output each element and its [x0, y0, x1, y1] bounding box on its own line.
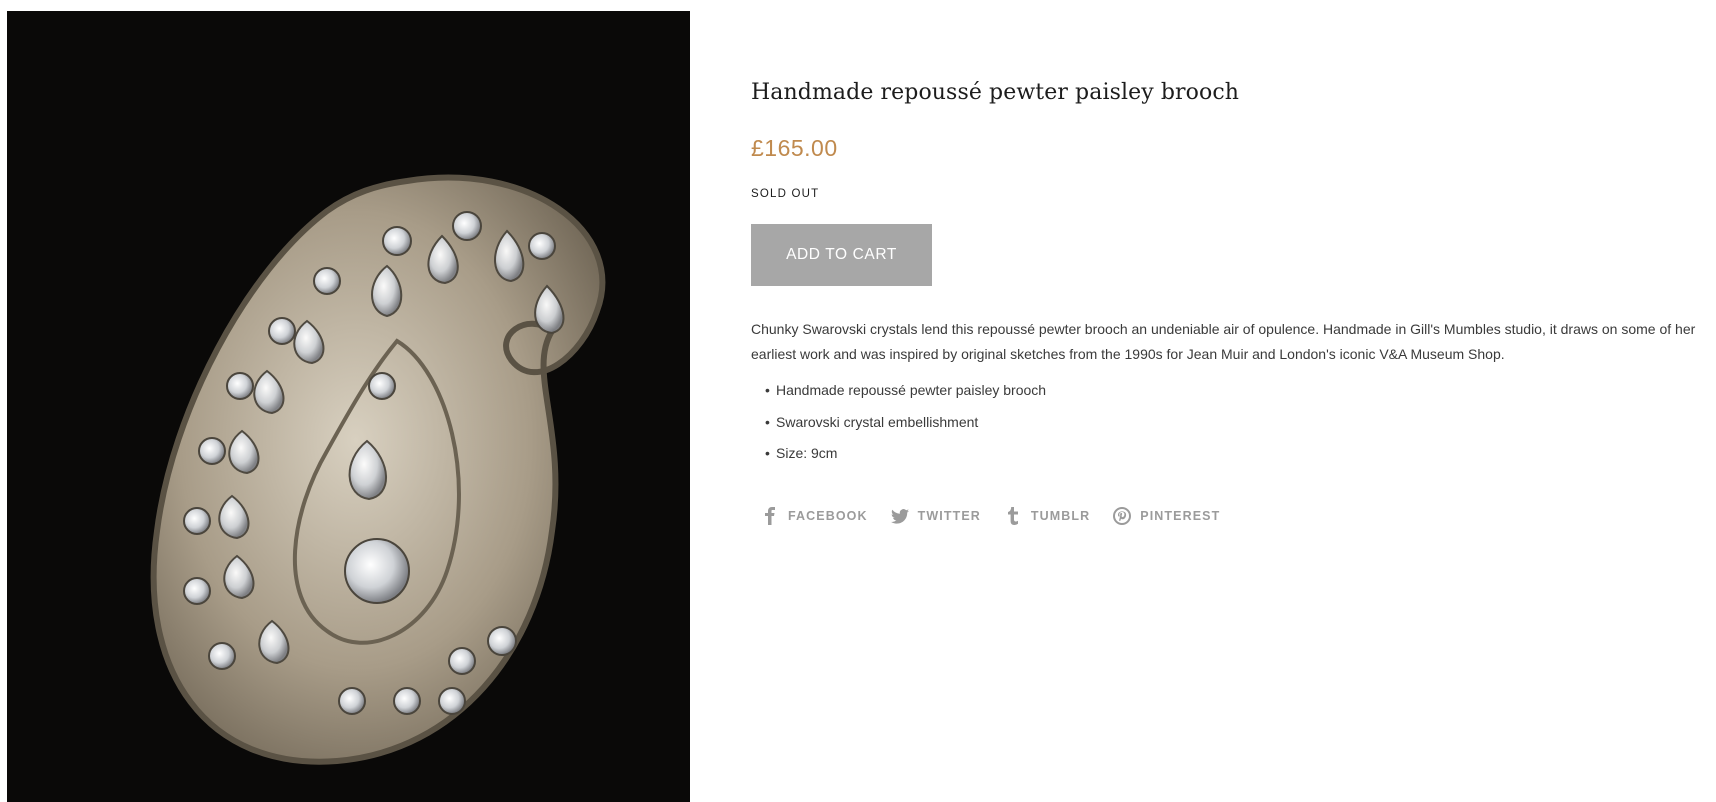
feature-text: Handmade repoussé pewter paisley brooch — [776, 382, 1047, 398]
product-title: Handmade repoussé pewter paisley brooch — [751, 80, 1240, 105]
twitter-icon — [890, 506, 910, 526]
feature-text: Size: 9cm — [776, 445, 838, 461]
list-item: • Size: 9cm — [751, 443, 1711, 463]
share-label: PINTEREST — [1140, 509, 1221, 523]
add-to-cart-button[interactable]: ADD TO CART — [751, 224, 932, 286]
facebook-icon — [760, 506, 780, 526]
product-description: Chunky Swarovski crystals lend this repo… — [751, 321, 1696, 362]
pinterest-icon — [1112, 506, 1132, 526]
feature-text: Swarovski crystal embellishment — [776, 413, 979, 430]
bullet-icon: • — [765, 445, 770, 461]
share-facebook-link[interactable]: FACEBOOK — [760, 506, 868, 526]
product-price: £165.00 — [751, 135, 838, 161]
share-pinterest-link[interactable]: PINTEREST — [1112, 506, 1220, 526]
product-image[interactable] — [7, 11, 690, 802]
bullet-icon: • — [765, 413, 770, 430]
share-label: TWITTER — [917, 509, 981, 523]
paisley-brooch-image — [7, 11, 690, 802]
share-twitter-link[interactable]: TWITTER — [890, 506, 981, 526]
share-label: FACEBOOK — [788, 509, 868, 523]
share-label: TUMBLR — [1030, 509, 1091, 523]
share-tumblr-link[interactable]: TUMBLR — [1003, 506, 1090, 526]
stock-status: SOLD OUT — [751, 188, 820, 200]
list-item: • Handmade repoussé pewter paisley brooch — [751, 380, 1711, 400]
list-item: • Swarovski crystal embellishment — [751, 412, 1711, 432]
share-links: FACEBOOK TWITTER TUMBLR PINTEREST — [751, 506, 1711, 526]
bullet-icon: • — [765, 382, 770, 398]
feature-list: • Handmade repoussé pewter paisley brooch… — [751, 380, 1711, 463]
tumblr-icon — [1003, 506, 1023, 526]
product-details: Handmade repoussé pewter paisley brooch … — [751, 80, 1711, 526]
